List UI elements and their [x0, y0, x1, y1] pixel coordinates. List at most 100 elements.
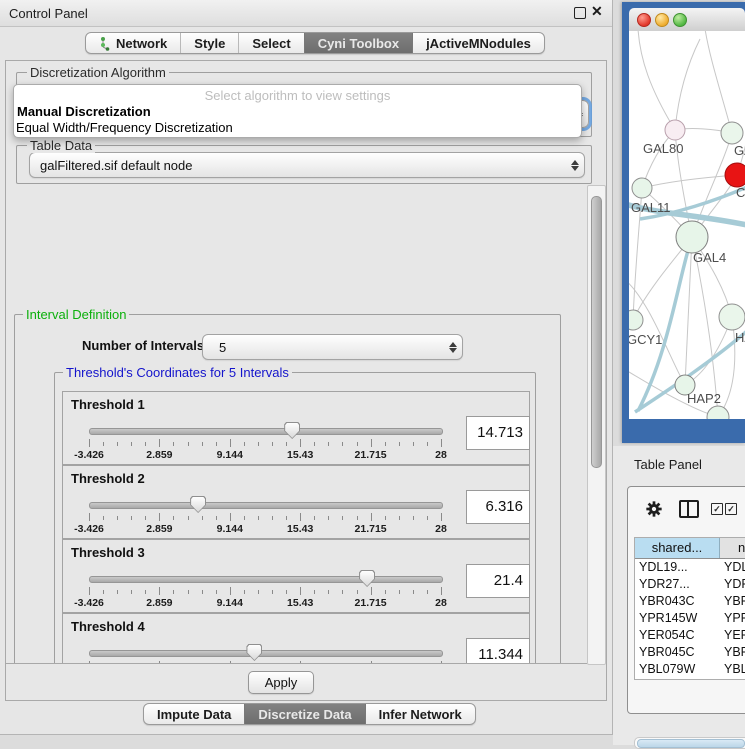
- tab-jactivemnodules[interactable]: jActiveMNodules: [412, 33, 544, 53]
- slider-track[interactable]: [89, 576, 443, 583]
- close-icon[interactable]: ✕: [591, 3, 603, 20]
- network-node[interactable]: [719, 304, 745, 330]
- slider-track[interactable]: [89, 502, 443, 509]
- table-row[interactable]: YDL19...YDL1...: [635, 559, 745, 576]
- minimize-traffic-light-icon[interactable]: [655, 13, 669, 27]
- slider-thumb[interactable]: [284, 422, 300, 439]
- tick-mark: [159, 513, 160, 521]
- dropdown-option-equal-width-frequency[interactable]: Equal Width/Frequency Discretization: [16, 120, 233, 135]
- node-table: shared... n... YDL19...YDL1...YDR27...YD…: [634, 537, 745, 680]
- checkbox-icon[interactable]: ✓: [725, 503, 737, 515]
- tick-mark: [117, 516, 118, 520]
- network-edge[interactable]: [642, 175, 737, 188]
- dropdown-option-manual-discretization[interactable]: Manual Discretization: [17, 104, 151, 119]
- threshold-label: Threshold 4: [71, 619, 145, 634]
- settings-gear-icon[interactable]: [645, 500, 663, 518]
- tab-style[interactable]: Style: [180, 33, 238, 53]
- scrollbar-thumb[interactable]: [591, 196, 602, 468]
- apply-button[interactable]: Apply: [248, 671, 314, 694]
- table-data-combobox[interactable]: galFiltered.sif default node: [29, 152, 585, 178]
- tick-mark: [272, 516, 273, 520]
- table-row[interactable]: YBR043CYBR0...: [635, 593, 745, 610]
- tab-infer-network[interactable]: Infer Network: [365, 704, 475, 724]
- checkbox-icon[interactable]: ✓: [711, 503, 723, 515]
- scrollbar-thumb[interactable]: [637, 739, 745, 748]
- node-label: GCY1: [629, 332, 662, 347]
- network-node[interactable]: [665, 120, 685, 140]
- tick-mark: [357, 442, 358, 446]
- network-node[interactable]: [725, 163, 745, 187]
- threshold-slider[interactable]: -3.4262.8599.14415.4321.71528: [89, 494, 441, 536]
- tick-mark: [286, 442, 287, 446]
- tab-network[interactable]: Network: [86, 33, 180, 53]
- threshold-slider[interactable]: -3.4262.8599.14415.4321.71528: [89, 568, 441, 610]
- combobox-value: galFiltered.sif default node: [30, 158, 566, 173]
- group-title: Discretization Algorithm: [27, 65, 169, 80]
- tick-label: 9.144: [217, 597, 243, 609]
- network-edge[interactable]: [675, 39, 700, 130]
- slider-thumb[interactable]: [359, 570, 375, 587]
- threshold-value-field[interactable]: 21.4: [466, 564, 530, 598]
- number-of-intervals-combobox[interactable]: 5: [202, 334, 463, 360]
- network-node[interactable]: [721, 122, 743, 144]
- tick-label: 28: [435, 523, 447, 535]
- tick-mark: [188, 516, 189, 520]
- threshold-value-field[interactable]: 11.344: [466, 638, 530, 664]
- float-window-icon[interactable]: [574, 7, 586, 19]
- network-node[interactable]: [632, 178, 652, 198]
- tab-discretize-data[interactable]: Discretize Data: [244, 704, 364, 724]
- tab-cyni-toolbox[interactable]: Cyni Toolbox: [304, 33, 412, 53]
- column-layout-icon[interactable]: [679, 500, 699, 518]
- threshold-row-3: Threshold 3-3.4262.8599.14415.4321.71528…: [62, 539, 530, 613]
- table-cell: YBR045C: [635, 644, 720, 661]
- zoom-traffic-light-icon[interactable]: [673, 13, 687, 27]
- threshold-label: Threshold 1: [71, 397, 145, 412]
- tick-mark: [188, 442, 189, 446]
- cyni-toolbox-content: Discretization Algorithm Select algorith…: [5, 60, 607, 701]
- table-row[interactable]: YLR345WYLR3...: [635, 678, 745, 680]
- table-row[interactable]: YDR27...YDR2...: [635, 576, 745, 593]
- table-row[interactable]: YBR045CYBR0...: [635, 644, 745, 661]
- slider-ticks: [89, 439, 441, 448]
- tick-mark: [413, 516, 414, 520]
- network-icon: [99, 36, 111, 51]
- network-node[interactable]: [676, 221, 708, 253]
- slider-tick-labels: -3.4262.8599.14415.4321.71528: [89, 449, 441, 461]
- slider-thumb[interactable]: [190, 496, 206, 513]
- slider-thumb[interactable]: [246, 644, 262, 661]
- network-window-titlebar[interactable]: [629, 8, 745, 32]
- slider-track[interactable]: [89, 650, 443, 657]
- threshold-slider[interactable]: -3.4262.8599.14415.4321.71528: [89, 420, 441, 462]
- tick-mark: [427, 516, 428, 520]
- tick-mark: [188, 590, 189, 594]
- slider-track[interactable]: [89, 428, 443, 435]
- network-edge[interactable]: [638, 31, 675, 130]
- column-header-name[interactable]: n...: [720, 538, 745, 558]
- network-node[interactable]: [629, 310, 643, 330]
- tick-label: 15.43: [287, 449, 313, 461]
- table-row[interactable]: YPR145WYPR1...: [635, 610, 745, 627]
- table-row[interactable]: YBL079WYBL0...: [635, 661, 745, 678]
- network-node[interactable]: [707, 406, 729, 419]
- table-panel-body: ✓ ✓ shared... n... YDL19...YDL1...YDR27.…: [627, 486, 745, 714]
- threshold-value-field[interactable]: 6.316: [466, 490, 530, 524]
- network-edge[interactable]: [705, 31, 732, 133]
- network-canvas[interactable]: GAL80GALGAL11CGAL4GCY1HAHAP2: [629, 31, 745, 419]
- tab-impute-data[interactable]: Impute Data: [144, 704, 244, 724]
- tick-mark: [328, 516, 329, 520]
- stepper-arrows-icon[interactable]: [444, 342, 462, 353]
- table-cell: YDL19...: [635, 559, 720, 576]
- horizontal-scrollbar[interactable]: [634, 737, 745, 749]
- tick-mark: [258, 590, 259, 594]
- tick-mark: [272, 590, 273, 594]
- close-traffic-light-icon[interactable]: [637, 13, 651, 27]
- stepper-arrows-icon[interactable]: [566, 160, 584, 171]
- tick-mark: [371, 439, 372, 447]
- column-header-shared-name[interactable]: shared...: [635, 538, 720, 558]
- table-row[interactable]: YER054CYER0...: [635, 627, 745, 644]
- vertical-scrollbar[interactable]: [587, 185, 606, 665]
- tab-select[interactable]: Select: [238, 33, 303, 53]
- threshold-slider[interactable]: -3.4262.8599.14415.4321.71528: [89, 642, 441, 664]
- threshold-value-field[interactable]: 14.713: [466, 416, 530, 450]
- tick-mark: [371, 587, 372, 595]
